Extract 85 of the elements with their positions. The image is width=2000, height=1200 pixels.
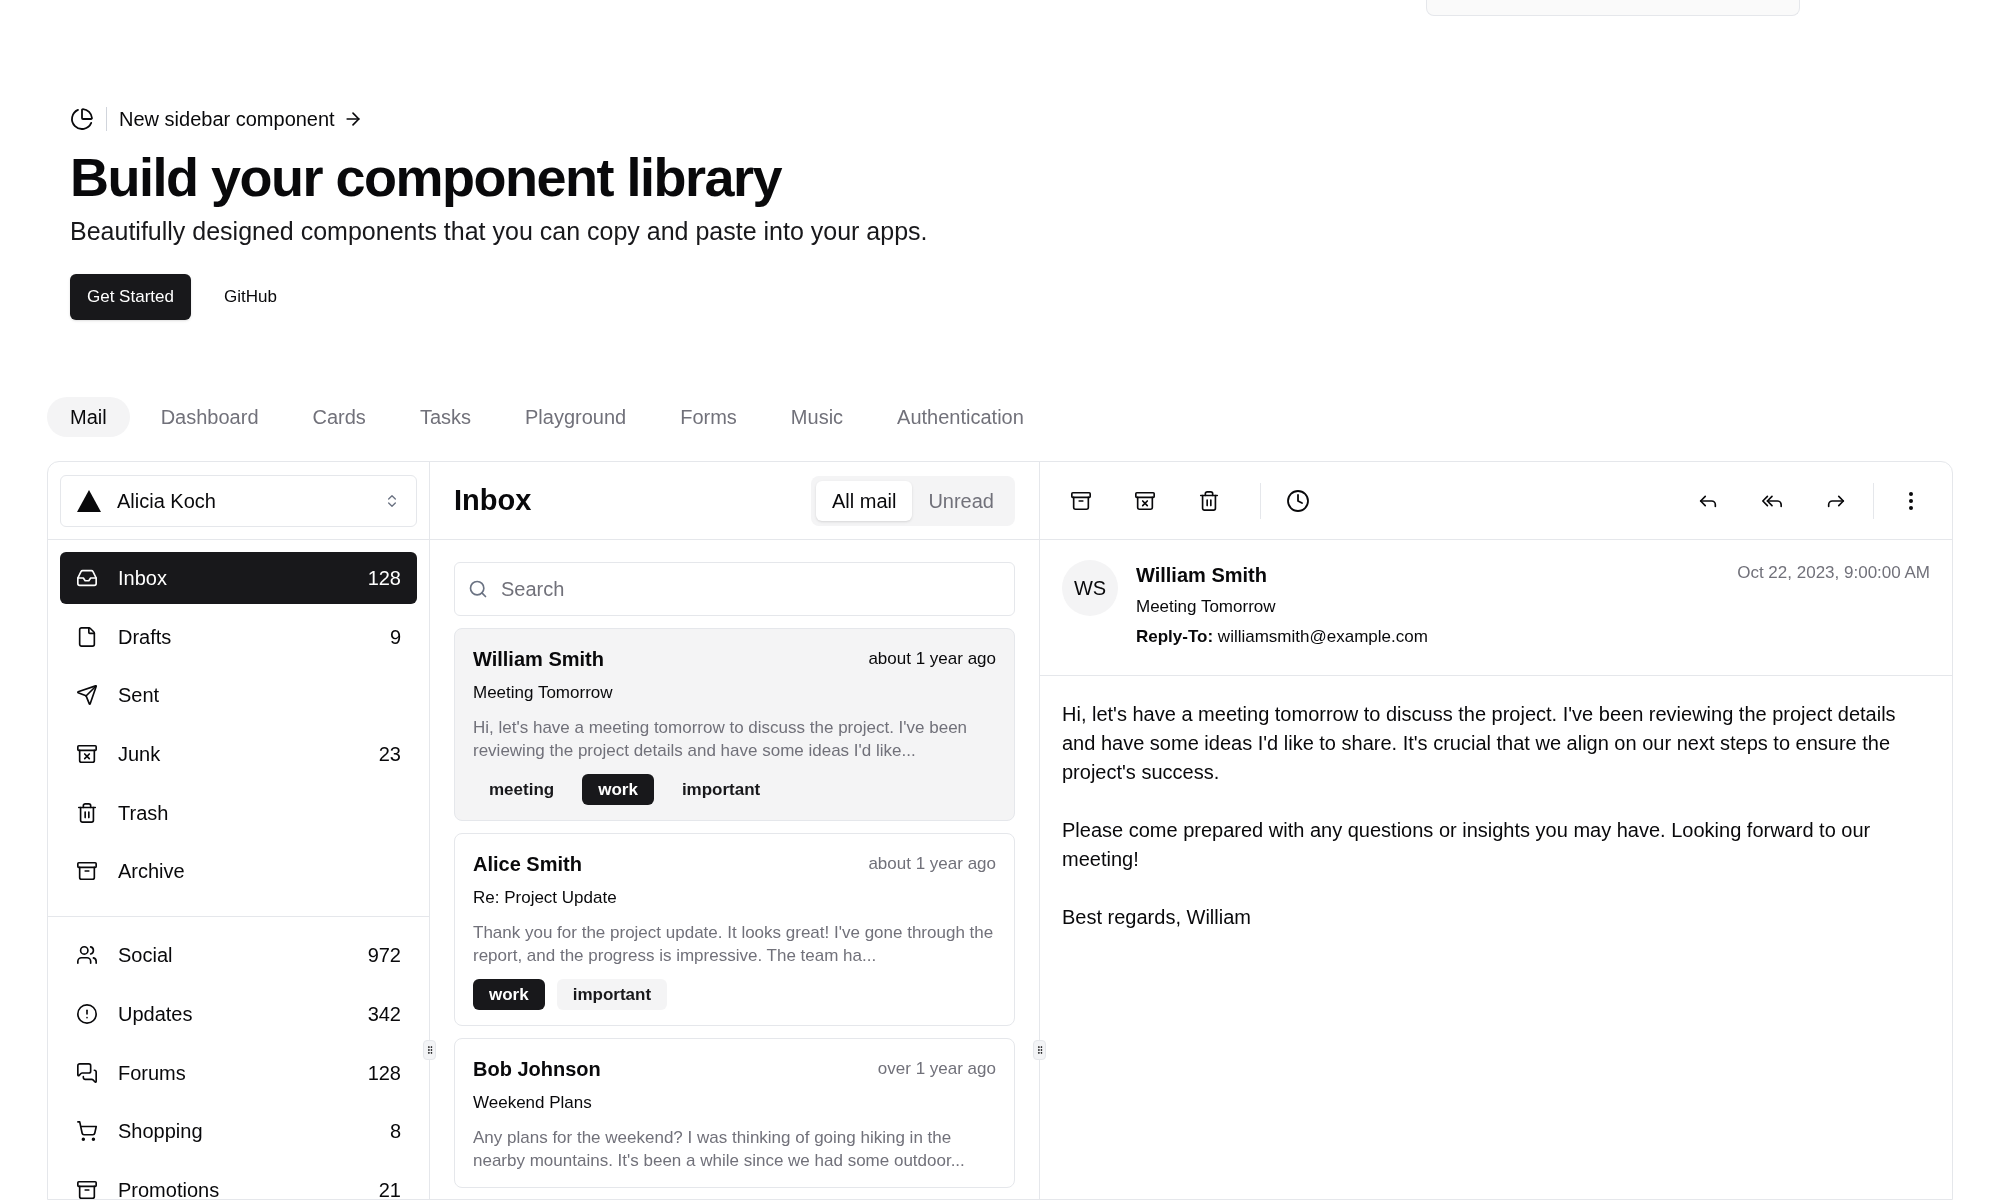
tag: work bbox=[473, 978, 545, 1010]
nav-icon bbox=[76, 567, 98, 589]
sidebar-item[interactable]: Sent bbox=[60, 669, 417, 722]
filter-tab[interactable]: Unread bbox=[912, 480, 1010, 521]
message-subject: Meeting Tomorrow bbox=[1136, 596, 1277, 618]
sender-name: William Smith bbox=[1136, 563, 1268, 588]
example-tab[interactable]: Music bbox=[767, 397, 867, 437]
nav-icon bbox=[76, 1178, 98, 1200]
sidebar-item[interactable]: Updates 342 bbox=[60, 987, 417, 1040]
nav-icon bbox=[76, 860, 98, 883]
trash-icon bbox=[1198, 489, 1220, 512]
mail-preview: Any plans for the weekend? I was thinking of going hiking in the nearby mountains. It's been a while since we had some outdoor... bbox=[473, 1126, 966, 1172]
count: 23 bbox=[378, 742, 401, 768]
nav-icon bbox=[76, 1120, 98, 1143]
example-tab[interactable]: Dashboard bbox=[137, 397, 282, 437]
message-paragraph: Hi, let's have a meeting tomorrow to discuss the project. I've been reviewing the project details and have some ideas I'd like to share. It's crucial that we align on our next steps to ensure the project's success. bbox=[1062, 702, 1897, 785]
count: 128 bbox=[367, 566, 401, 591]
message-date: Oct 22, 2023, 9:00:00 AM bbox=[1737, 562, 1930, 584]
chart-pie-icon bbox=[70, 107, 94, 131]
resize-handle[interactable] bbox=[1033, 1040, 1046, 1060]
example-tab[interactable]: Tasks bbox=[396, 397, 494, 437]
archive-icon bbox=[1070, 489, 1092, 512]
sidebar-item[interactable]: Junk 23 bbox=[60, 728, 417, 781]
more-icon bbox=[1909, 491, 1913, 510]
announcement-link[interactable]: New sidebar component bbox=[119, 104, 363, 134]
nav-icon bbox=[76, 944, 98, 967]
example-tab[interactable]: Mail bbox=[47, 397, 130, 437]
nav-icon bbox=[76, 801, 98, 824]
sidebar-item[interactable]: Social 972 bbox=[60, 929, 417, 982]
tag: important bbox=[556, 978, 668, 1010]
filter-tab[interactable]: All mail bbox=[815, 480, 913, 521]
avatar: WS bbox=[1062, 560, 1118, 616]
get-started-button[interactable]: Get Started bbox=[70, 274, 191, 320]
clock-icon bbox=[1286, 488, 1310, 513]
resize-handle[interactable] bbox=[423, 1040, 436, 1060]
search-icon bbox=[468, 579, 488, 599]
mail-preview: Hi, let's have a meeting tomorrow to discuss the project. I've been reviewing the project details and have some ideas I'd like... bbox=[473, 716, 969, 762]
archive-x-icon bbox=[1134, 489, 1156, 512]
nav-icon bbox=[76, 1002, 98, 1025]
triangle-logo-icon bbox=[77, 489, 101, 512]
tag: work bbox=[582, 773, 654, 805]
inbox-title: Inbox bbox=[454, 482, 532, 518]
mail-card[interactable]: Alice Smith about 1 year ago Re: Project Update Thank you for the project update. It looks great! I've gone through the report, and the progress is impressive. The team ha... work important bbox=[454, 833, 1015, 1026]
sidebar-item[interactable]: Shopping 8 bbox=[60, 1105, 417, 1158]
example-tab[interactable]: Authentication bbox=[874, 397, 1047, 437]
nav-icon bbox=[76, 625, 98, 648]
mail-time: over 1 year ago bbox=[877, 1058, 996, 1081]
nav-icon bbox=[76, 1061, 98, 1084]
mail-card[interactable]: William Smith about 1 year ago Meeting Tomorrow Hi, let's have a meeting tomorrow to discuss the project. I've been reviewing the project details and have some ideas I'd like... meeting work important bbox=[454, 628, 1015, 821]
sender-name: Bob Johnson bbox=[473, 1057, 601, 1082]
reply-to: Reply-To: williamsmith@example.com bbox=[1136, 625, 1429, 648]
mail-preview: Thank you for the project update. It looks great! I've gone through the report, and the progress is impressive. The team ha... bbox=[473, 921, 995, 967]
example-tab[interactable]: Cards bbox=[289, 397, 389, 437]
message-paragraph: Best regards, William bbox=[1062, 905, 1252, 930]
mail-time: about 1 year ago bbox=[868, 853, 996, 876]
count: 128 bbox=[367, 1060, 401, 1086]
sidebar-item[interactable]: Archive bbox=[60, 845, 417, 898]
example-tab[interactable]: Forms bbox=[657, 397, 760, 437]
sender-name: William Smith bbox=[473, 647, 604, 672]
count: 9 bbox=[389, 624, 401, 650]
sidebar-item[interactable]: Trash bbox=[60, 786, 417, 839]
sidebar-item[interactable]: Promotions 21 bbox=[60, 1163, 417, 1200]
nav-icon bbox=[76, 743, 98, 766]
sidebar-item[interactable]: Forums 128 bbox=[60, 1046, 417, 1099]
mail-time: about 1 year ago bbox=[868, 648, 996, 671]
count: 21 bbox=[378, 1177, 401, 1200]
hero-title: Build your component library bbox=[70, 146, 783, 208]
message-paragraph: Please come prepared with any questions or insights you may have. Looking forward to our meeting! bbox=[1062, 818, 1872, 872]
mail-card[interactable]: Bob Johnson over 1 year ago Weekend Plans Any plans for the weekend? I was thinking of going hiking in the nearby mountains. It's been a while since we had some outdoor... bbox=[454, 1038, 1015, 1188]
search-field[interactable]: Search bbox=[454, 562, 1015, 616]
sidebar-item[interactable]: Inbox 128 bbox=[60, 552, 417, 604]
count: 972 bbox=[367, 943, 401, 969]
hero-subtitle: Beautifully designed components that you can copy and paste into your apps. bbox=[70, 216, 929, 247]
example-tab[interactable]: Playground bbox=[502, 397, 650, 437]
sender-name: Alice Smith bbox=[473, 852, 582, 877]
mail-subject: Meeting Tomorrow bbox=[473, 682, 614, 704]
count: 342 bbox=[367, 1001, 401, 1027]
search-field[interactable] bbox=[1426, 0, 1800, 16]
github-button[interactable]: GitHub bbox=[206, 274, 294, 320]
sidebar-item[interactable]: Drafts 9 bbox=[60, 610, 417, 663]
account-select[interactable]: Alicia Koch bbox=[60, 474, 417, 527]
count: 8 bbox=[389, 1119, 401, 1145]
nav-icon bbox=[76, 684, 98, 707]
mail-subject: Re: Project Update bbox=[473, 887, 618, 909]
mail-subject: Weekend Plans bbox=[473, 1092, 593, 1114]
